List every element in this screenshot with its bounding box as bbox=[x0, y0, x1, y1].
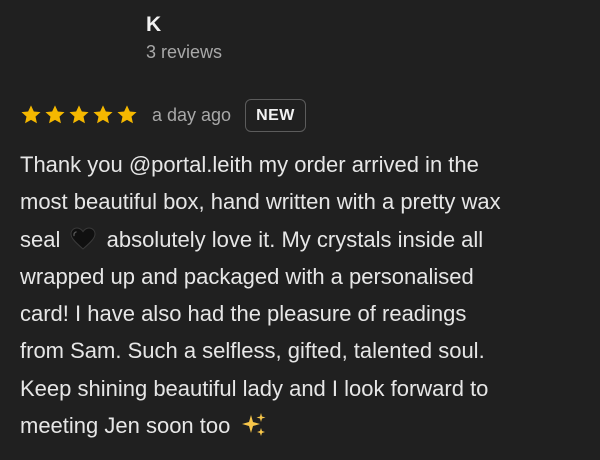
review-line: from Sam. Such a selfless, gifted, talen… bbox=[20, 338, 485, 364]
review-card: K 3 reviews a day ago NEW Thank you @por… bbox=[0, 0, 600, 460]
black-heart-icon bbox=[70, 227, 96, 250]
new-badge: NEW bbox=[245, 98, 306, 132]
sparkles-icon bbox=[242, 413, 266, 437]
review-line: wrapped up and packaged with a personali… bbox=[20, 263, 474, 289]
review-line: most beautiful box, hand written with a … bbox=[20, 189, 501, 215]
review-line: seal absolutely love it. My crystals ins… bbox=[20, 221, 595, 258]
reviewer-review-count[interactable]: 3 reviews bbox=[146, 40, 222, 64]
review-line: meeting Jen soon too bbox=[20, 407, 595, 444]
reviewer-name[interactable]: K bbox=[146, 12, 222, 38]
review-line-part: seal bbox=[20, 226, 67, 252]
review-line-part: meeting Jen soon too bbox=[20, 413, 237, 439]
review-meta: a day ago NEW bbox=[20, 98, 306, 132]
review-line: Keep shining beautiful lady and I look f… bbox=[20, 375, 489, 401]
review-line: Thank you @portal.leith my order arrived… bbox=[20, 152, 479, 177]
star-icon bbox=[69, 105, 89, 124]
star-icon bbox=[45, 105, 65, 124]
star-icon bbox=[93, 105, 113, 124]
review-line: card! I have also had the pleasure of re… bbox=[20, 301, 467, 327]
review-line-part: absolutely love it. My crystals inside a… bbox=[100, 226, 484, 252]
review-text: Thank you @portal.leith my order arrived… bbox=[20, 146, 595, 444]
star-rating bbox=[20, 104, 140, 126]
star-icon bbox=[117, 105, 137, 124]
star-icon bbox=[21, 105, 41, 124]
review-time-ago: a day ago bbox=[152, 104, 232, 125]
reviewer-info: K 3 reviews bbox=[146, 12, 222, 64]
